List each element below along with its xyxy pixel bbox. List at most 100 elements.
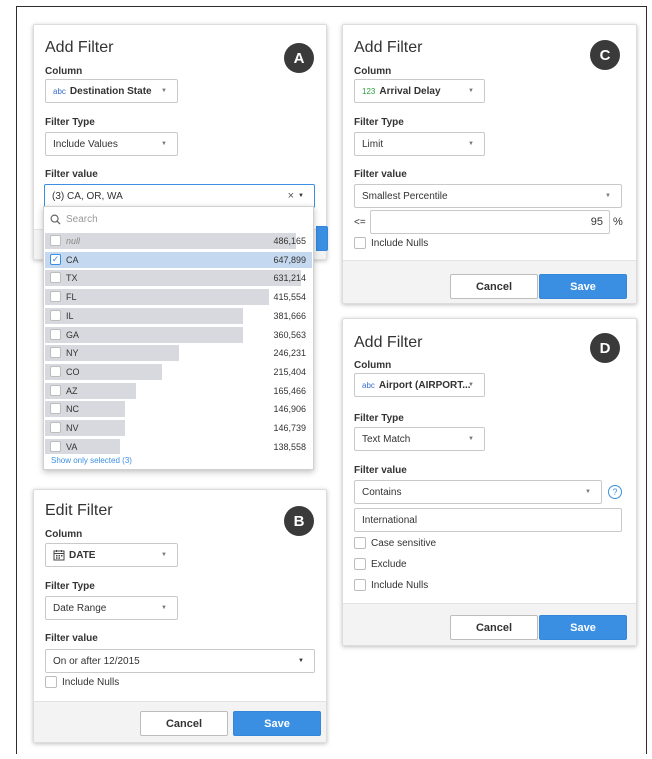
match-type-select[interactable]: Contains ▼ [354,480,602,504]
filter-type-label: Filter Type [45,117,95,128]
filter-value-text: (3) CA, OR, WA [52,190,123,202]
filter-value-select[interactable]: Smallest Percentile ▼ [354,184,622,208]
list-item-count: 146,906 [273,404,306,415]
exclude-checkbox[interactable]: Exclude [354,558,407,570]
save-button[interactable]: Save [233,711,321,736]
list-item-count: 215,404 [273,366,306,377]
include-nulls-checkbox[interactable]: Include Nulls [45,676,119,688]
filter-type-value: Include Values [53,138,118,150]
list-item-count: 138,558 [273,441,306,452]
cancel-button[interactable]: Cancel [140,711,228,736]
filter-value-label: Filter value [354,169,407,180]
checkbox-box[interactable] [50,347,61,359]
list-item[interactable]: FL 415,554 [45,288,312,306]
chevron-down-icon: ▼ [468,88,474,94]
include-nulls-checkbox[interactable]: Include Nulls [354,579,428,591]
checkbox-box[interactable] [50,291,61,303]
add-filter-panel-d: D Add Filter Column abc Airport (AIRPORT… [342,318,637,646]
column-select-value: DATE [69,549,96,561]
checkbox-box[interactable] [50,422,61,433]
filter-value-label: Filter value [354,465,407,476]
list-item-label: IL [66,310,74,321]
list-item[interactable]: IL 381,666 [45,307,312,325]
column-select[interactable]: abc Airport (AIRPORT... ▼ [354,373,485,397]
badge-d: D [590,333,620,363]
save-button[interactable]: Save [539,274,627,299]
list-item-count: 415,554 [273,292,306,303]
show-only-selected-link[interactable]: Show only selected (3) [51,456,132,465]
save-button[interactable]: Save [539,615,627,640]
count-bar [45,289,270,306]
column-select-value: Destination State [69,85,152,97]
filter-type-select[interactable]: Text Match ▼ [354,427,485,451]
filter-value-select[interactable]: (3) CA, OR, WA × ▼ [44,184,315,208]
match-text-input[interactable]: International [354,508,622,532]
list-item[interactable]: CO 215,404 [45,363,312,381]
list-item-count: 146,739 [273,423,306,433]
cancel-button[interactable]: Cancel [450,274,538,299]
list-item[interactable]: null 486,165 [45,232,312,250]
clear-icon[interactable]: × [288,190,294,202]
badge-c: C [590,40,620,70]
column-select[interactable]: DATE ▼ [45,543,178,567]
checkbox-box[interactable] [50,309,61,321]
case-sensitive-label: Case sensitive [371,537,437,549]
filter-value-select[interactable]: On or after 12/2015 ▼ [45,649,315,673]
cancel-button[interactable]: Cancel [450,615,538,640]
match-type-value: Contains [362,486,402,498]
list-item-label: CA [66,254,79,265]
list-item-count: 631,214 [273,273,306,284]
checkbox-box[interactable] [50,384,61,396]
list-item-label: VA [66,441,78,452]
list-item-count: 381,666 [273,310,306,321]
save-button-partial[interactable] [316,226,328,251]
column-select-value: Arrival Delay [379,85,441,97]
help-icon[interactable]: ? [608,485,622,499]
list-item[interactable]: ✓ CA 647,899 [45,251,312,269]
filter-type-select[interactable]: Limit ▼ [354,132,485,156]
list-item[interactable]: NY 246,231 [45,344,312,362]
include-nulls-checkbox[interactable]: Include Nulls [354,237,428,249]
column-select[interactable]: 123 Arrival Delay ▼ [354,79,485,103]
list-item-count: 360,563 [273,329,306,340]
list-item[interactable]: NV 146,739 [45,419,312,437]
checkbox-box[interactable] [50,365,61,377]
checkbox-box[interactable] [50,235,61,246]
checkbox-box [354,579,366,591]
checkbox-box[interactable] [50,328,61,340]
count-bar [45,251,312,268]
chevron-down-icon: ▼ [161,88,167,94]
filter-value-label: Filter value [45,633,98,644]
checkbox-box[interactable] [50,403,61,415]
filter-value-text: On or after 12/2015 [53,655,140,667]
checkbox-box [45,676,57,688]
list-item[interactable]: VA 138,558 [45,438,312,454]
list-item-count: 486,165 [273,236,306,246]
list-item[interactable]: NC 146,906 [45,400,312,418]
chevron-down-icon: ▼ [468,382,474,388]
case-sensitive-checkbox[interactable]: Case sensitive [354,537,436,549]
checkbox-checked[interactable]: ✓ [50,253,61,265]
filter-type-label: Filter Type [45,581,95,592]
chevron-down-icon: ▼ [161,605,167,611]
column-select[interactable]: abc Destination State ▼ [45,79,178,103]
percentile-input[interactable]: 95 [370,210,610,234]
filter-type-select[interactable]: Include Values ▼ [45,132,178,156]
list-item[interactable]: AZ 165,466 [45,382,312,400]
list-item-label: CO [66,366,80,377]
filter-value-label: Filter value [45,169,98,180]
list-item-label: FL [66,292,77,303]
checkbox-box[interactable] [50,272,61,284]
column-label: Column [45,529,83,540]
list-item[interactable]: TX 631,214 [45,269,312,287]
filter-type-label: Filter Type [354,117,404,128]
list-item-label: NY [66,348,79,359]
count-bar [45,270,302,287]
column-label: Column [354,66,392,77]
filter-type-value: Date Range [53,602,107,614]
list-item[interactable]: GA 360,563 [45,326,312,344]
list-item-count: 165,466 [273,385,306,396]
filter-type-select[interactable]: Date Range ▼ [45,596,178,620]
checkbox-box[interactable] [50,440,61,452]
text-type-icon: abc [53,86,66,96]
